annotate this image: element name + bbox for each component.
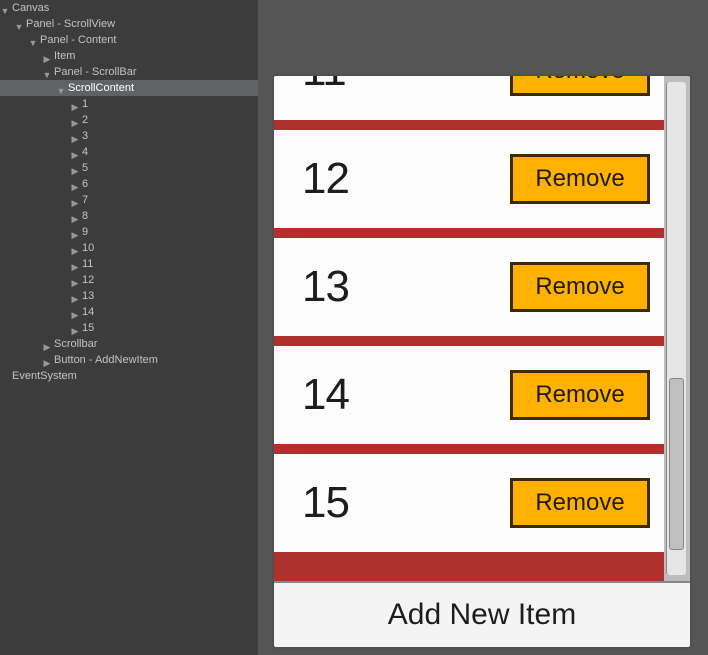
list-item: 14 Remove: [274, 346, 664, 444]
item-number-label: 11: [302, 76, 346, 96]
foldout-closed-icon[interactable]: [70, 307, 80, 317]
foldout-open-icon[interactable]: [56, 83, 66, 93]
foldout-closed-icon[interactable]: [70, 259, 80, 269]
hierarchy-label: 15: [82, 320, 94, 336]
hierarchy-row[interactable]: ScrollContent: [0, 80, 258, 96]
foldout-open-icon[interactable]: [28, 35, 38, 45]
hierarchy-label: 2: [82, 112, 88, 128]
hierarchy-row[interactable]: Panel - ScrollView: [0, 16, 258, 32]
scene-view: 11 Remove 12 Remove 13 Remove 14 Remove 15 Remove…: [258, 0, 708, 655]
foldout-closed-icon[interactable]: [70, 211, 80, 221]
item-number-label: 12: [302, 154, 349, 204]
hierarchy-row[interactable]: 10: [0, 240, 258, 256]
scroll-content[interactable]: 11 Remove 12 Remove 13 Remove 14 Remove 15 Remove: [274, 76, 664, 581]
hierarchy-label: Panel - ScrollBar: [54, 64, 137, 80]
hierarchy-label: 5: [82, 160, 88, 176]
add-new-item-button[interactable]: Add New Item: [274, 581, 690, 647]
hierarchy-row[interactable]: Panel - ScrollBar: [0, 64, 258, 80]
hierarchy-row[interactable]: 1: [0, 96, 258, 112]
remove-button[interactable]: Remove: [510, 478, 650, 528]
remove-button[interactable]: Remove: [510, 262, 650, 312]
foldout-closed-icon[interactable]: [70, 243, 80, 253]
hierarchy-label: 10: [82, 240, 94, 256]
scroll-view: 11 Remove 12 Remove 13 Remove 14 Remove 15 Remove: [274, 76, 690, 581]
hierarchy-row[interactable]: 15: [0, 320, 258, 336]
hierarchy-label: ScrollContent: [68, 80, 134, 96]
hierarchy-label: Panel - ScrollView: [26, 16, 115, 32]
foldout-closed-icon[interactable]: [70, 323, 80, 333]
hierarchy-label: 6: [82, 176, 88, 192]
foldout-open-icon[interactable]: [42, 67, 52, 77]
hierarchy-row[interactable]: Panel - Content: [0, 32, 258, 48]
hierarchy-row[interactable]: 2: [0, 112, 258, 128]
foldout-closed-icon[interactable]: [70, 147, 80, 157]
hierarchy-label: 9: [82, 224, 88, 240]
foldout-closed-icon[interactable]: [70, 99, 80, 109]
ui-panel: 11 Remove 12 Remove 13 Remove 14 Remove 15 Remove…: [272, 74, 692, 649]
hierarchy-row[interactable]: 11: [0, 256, 258, 272]
scrollbar-handle[interactable]: [669, 378, 684, 551]
hierarchy-label: Scrollbar: [54, 336, 97, 352]
foldout-open-icon[interactable]: [14, 19, 24, 29]
foldout-closed-icon[interactable]: [70, 227, 80, 237]
hierarchy-row[interactable]: 8: [0, 208, 258, 224]
list-item: 12 Remove: [274, 130, 664, 228]
item-number-label: 13: [302, 262, 349, 312]
foldout-closed-icon[interactable]: [70, 163, 80, 173]
hierarchy-row[interactable]: Scrollbar: [0, 336, 258, 352]
hierarchy-row[interactable]: 9: [0, 224, 258, 240]
foldout-none-icon: [0, 371, 10, 381]
list-item: 13 Remove: [274, 238, 664, 336]
hierarchy-row[interactable]: 6: [0, 176, 258, 192]
foldout-closed-icon[interactable]: [70, 179, 80, 189]
hierarchy-label: Canvas: [12, 0, 49, 16]
hierarchy-label: 4: [82, 144, 88, 160]
foldout-open-icon[interactable]: [0, 3, 10, 13]
hierarchy-label: 12: [82, 272, 94, 288]
foldout-closed-icon[interactable]: [70, 131, 80, 141]
hierarchy-label: 1: [82, 96, 88, 112]
hierarchy-row[interactable]: EventSystem: [0, 368, 258, 384]
hierarchy-label: EventSystem: [12, 368, 77, 384]
hierarchy-row[interactable]: 3: [0, 128, 258, 144]
scrollbar-vertical[interactable]: [666, 82, 686, 575]
list-item: 11 Remove: [274, 76, 664, 120]
hierarchy-row[interactable]: Item: [0, 48, 258, 64]
foldout-closed-icon[interactable]: [70, 115, 80, 125]
hierarchy-row[interactable]: 7: [0, 192, 258, 208]
foldout-closed-icon[interactable]: [42, 51, 52, 61]
hierarchy-label: 3: [82, 128, 88, 144]
hierarchy-row[interactable]: Button - AddNewItem: [0, 352, 258, 368]
hierarchy-label: 11: [82, 256, 93, 272]
foldout-closed-icon[interactable]: [42, 339, 52, 349]
foldout-closed-icon[interactable]: [42, 355, 52, 365]
foldout-closed-icon[interactable]: [70, 275, 80, 285]
hierarchy-row[interactable]: 13: [0, 288, 258, 304]
remove-button[interactable]: Remove: [510, 154, 650, 204]
remove-button[interactable]: Remove: [510, 370, 650, 420]
foldout-closed-icon[interactable]: [70, 291, 80, 301]
list-item: 15 Remove: [274, 454, 664, 552]
hierarchy-label: Panel - Content: [40, 32, 116, 48]
foldout-closed-icon[interactable]: [70, 195, 80, 205]
item-number-label: 15: [302, 478, 349, 528]
hierarchy-label: 7: [82, 192, 88, 208]
hierarchy-label: Button - AddNewItem: [54, 352, 158, 368]
hierarchy-label: 8: [82, 208, 88, 224]
hierarchy-row[interactable]: 4: [0, 144, 258, 160]
hierarchy-row[interactable]: 14: [0, 304, 258, 320]
hierarchy-label: Item: [54, 48, 75, 64]
remove-button[interactable]: Remove: [510, 76, 650, 96]
hierarchy-label: 14: [82, 304, 94, 320]
item-number-label: 14: [302, 370, 349, 420]
hierarchy-panel: CanvasPanel - ScrollViewPanel - ContentI…: [0, 0, 258, 655]
hierarchy-row[interactable]: 12: [0, 272, 258, 288]
hierarchy-label: 13: [82, 288, 94, 304]
hierarchy-row[interactable]: Canvas: [0, 0, 258, 16]
hierarchy-row[interactable]: 5: [0, 160, 258, 176]
